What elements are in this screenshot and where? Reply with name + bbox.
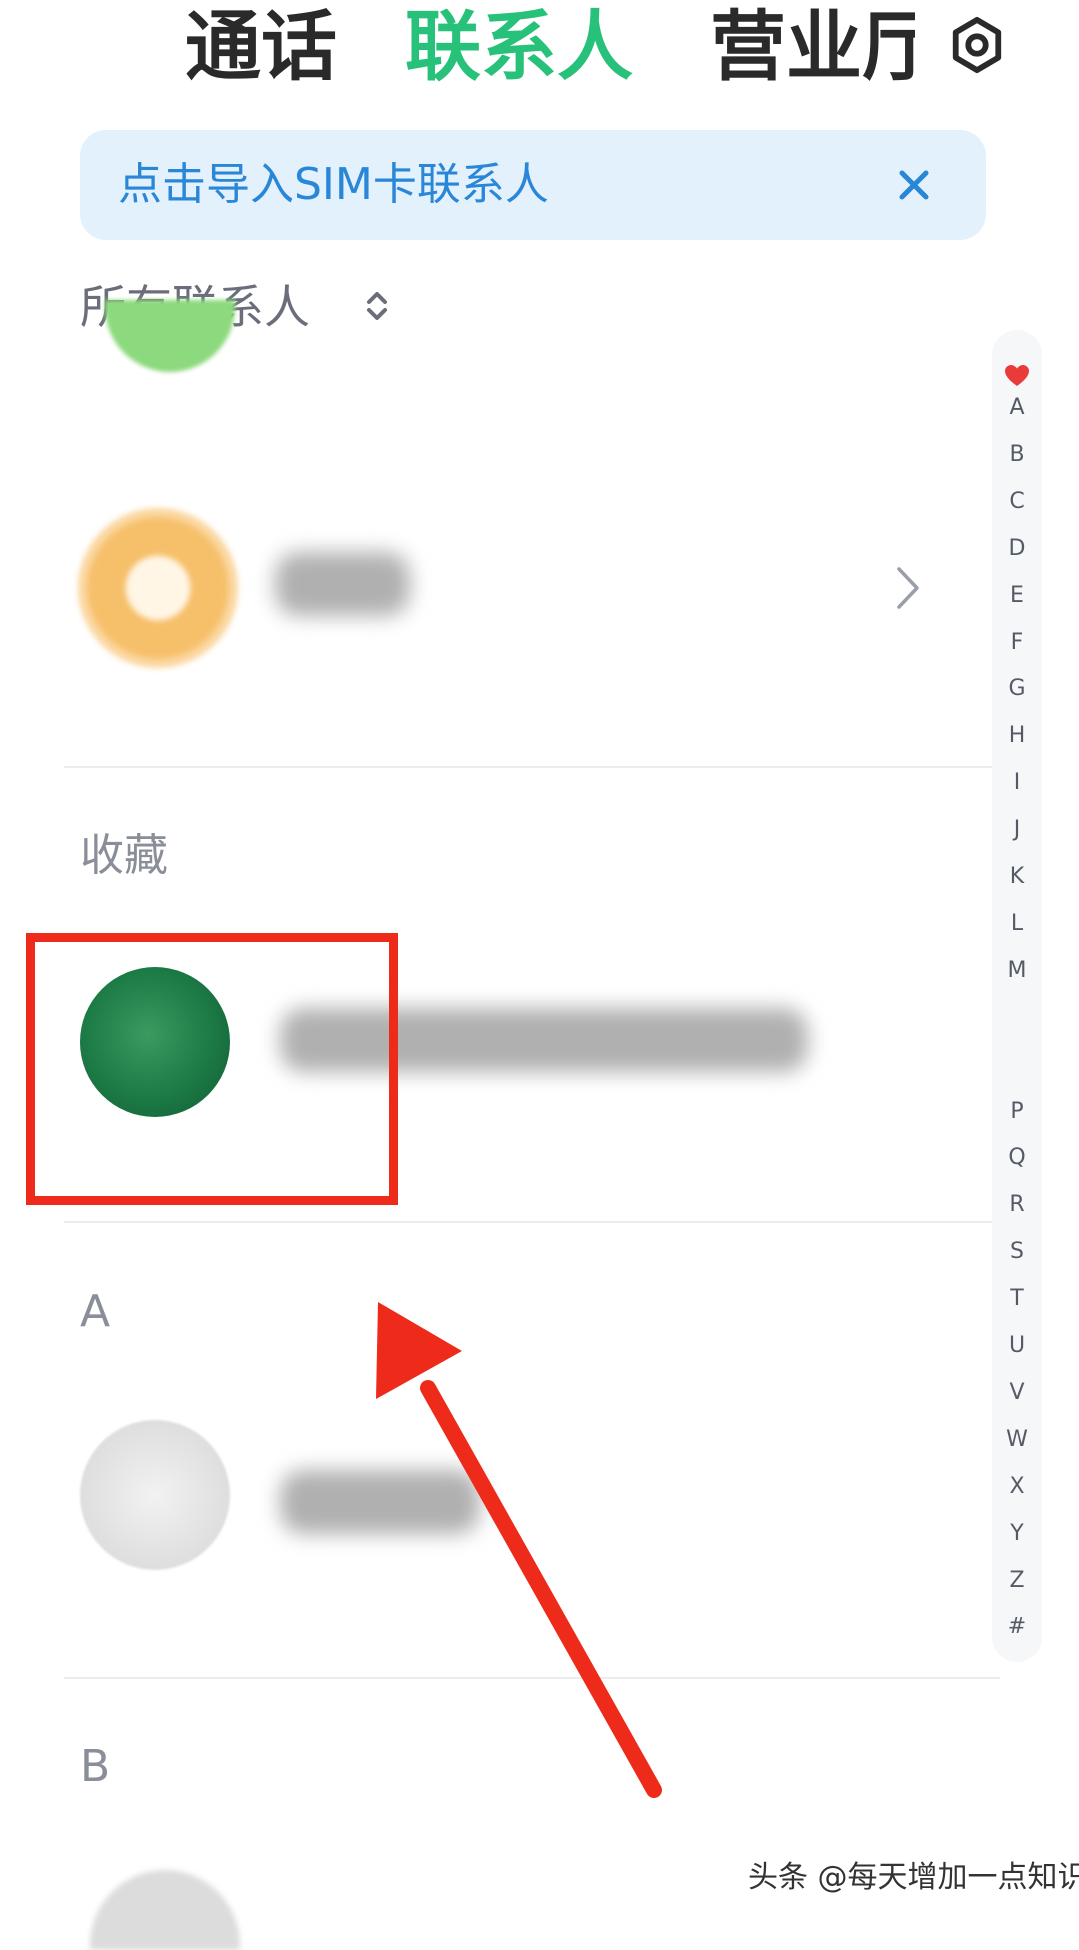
divider xyxy=(64,1221,1000,1223)
index-letter[interactable]: D xyxy=(992,534,1042,564)
index-letter[interactable]: U xyxy=(992,1331,1042,1361)
sort-updown-icon[interactable] xyxy=(360,286,394,326)
index-letter[interactable]: S xyxy=(992,1237,1042,1267)
avatar xyxy=(90,1870,240,1950)
contact-name-blurred xyxy=(280,1470,480,1534)
index-letter[interactable]: B xyxy=(992,440,1042,470)
tab-calls[interactable]: 通话 xyxy=(185,2,337,92)
import-sim-text[interactable]: 点击导入SIM卡联系人 xyxy=(118,158,549,212)
index-letter[interactable]: C xyxy=(992,487,1042,517)
index-letter[interactable]: W xyxy=(992,1425,1042,1455)
top-tab-bar: 通话 联系人 营业厅 xyxy=(0,0,1079,110)
index-letter[interactable]: X xyxy=(992,1472,1042,1502)
section-header-b: B xyxy=(80,1741,111,1792)
annotation-highlight-box xyxy=(26,933,398,1205)
section-header-a: A xyxy=(80,1286,111,1337)
index-letter[interactable]: Z xyxy=(992,1566,1042,1596)
index-letter[interactable]: E xyxy=(992,581,1042,611)
index-letter[interactable]: L xyxy=(992,909,1042,939)
avatar xyxy=(80,1420,230,1570)
avatar xyxy=(78,508,238,668)
index-letter[interactable]: # xyxy=(992,1612,1042,1642)
watermark: 头条 @每天增加一点知识 xyxy=(748,1860,1079,1895)
index-letter[interactable]: V xyxy=(992,1378,1042,1408)
divider xyxy=(64,766,1000,768)
tab-contacts[interactable]: 联系人 xyxy=(405,2,633,92)
index-letter[interactable]: M xyxy=(992,956,1042,986)
tab-business-hall[interactable]: 营业厅 xyxy=(710,2,915,92)
index-letter[interactable]: Y xyxy=(992,1519,1042,1549)
index-letter[interactable]: K xyxy=(992,862,1042,892)
index-letter[interactable]: H xyxy=(992,721,1042,751)
index-letter[interactable]: R xyxy=(992,1190,1042,1220)
index-letter[interactable]: P xyxy=(992,1097,1042,1127)
index-letter[interactable]: F xyxy=(992,628,1042,658)
chevron-right-icon[interactable] xyxy=(893,563,923,613)
avatar xyxy=(105,300,235,372)
gear-icon[interactable] xyxy=(948,16,1006,74)
index-letter[interactable]: Q xyxy=(992,1143,1042,1173)
close-icon[interactable] xyxy=(892,163,936,207)
alphabet-index-bar[interactable]: A B C D E F G H I J K L M P Q R S T U V W X Y Z # xyxy=(992,330,1042,1662)
import-sim-banner[interactable]: 点击导入SIM卡联系人 xyxy=(80,130,986,240)
index-letter[interactable]: A xyxy=(992,393,1042,423)
heart-icon[interactable] xyxy=(1004,364,1030,388)
index-letter[interactable]: T xyxy=(992,1284,1042,1314)
section-header-favorites: 收藏 xyxy=(80,830,168,881)
contact-name-blurred xyxy=(275,552,410,616)
divider xyxy=(64,1677,1000,1679)
index-letter[interactable]: I xyxy=(992,768,1042,798)
index-letter[interactable]: J xyxy=(992,815,1042,845)
index-letter[interactable]: G xyxy=(992,674,1042,704)
